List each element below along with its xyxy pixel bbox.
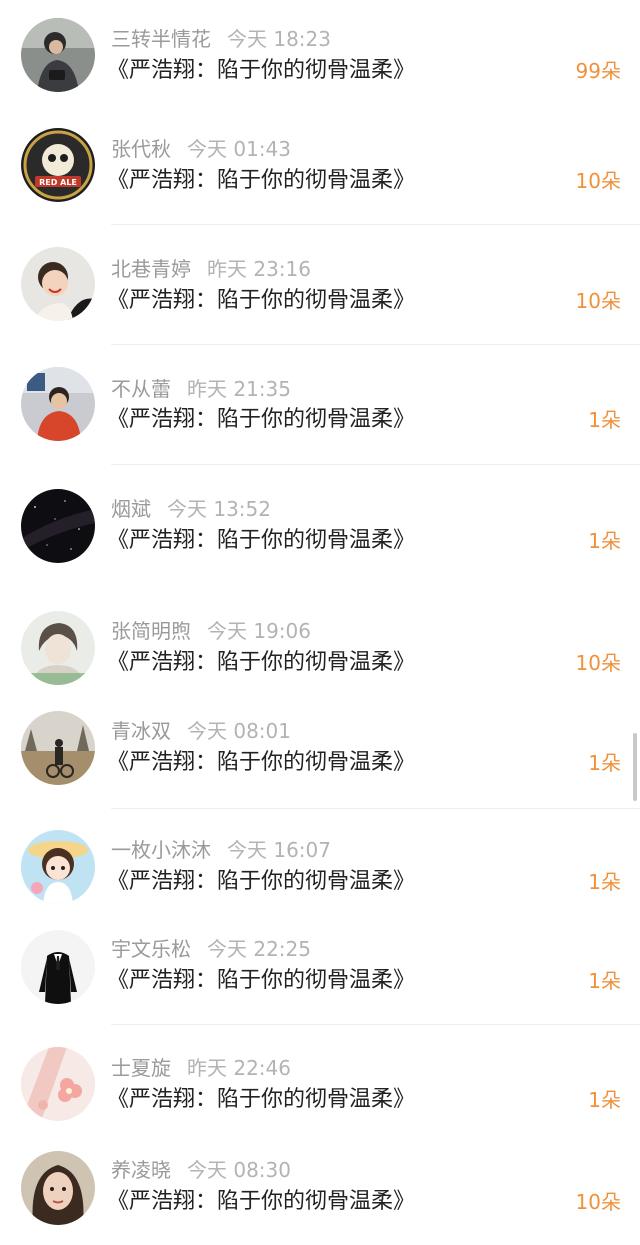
sender-name: 三转半情花 今天 18:23: [111, 27, 331, 51]
username: 士夏旋: [111, 1056, 171, 1080]
list-item[interactable]: RED ALE 张代秋 今天 01:43 《严浩翔：陷于你的彻骨温柔》 10朵: [0, 110, 640, 225]
gift-list: 三转半情花 今天 18:23 《严浩翔：陷于你的彻骨温柔》 99朵 RED ALE…: [0, 0, 640, 1245]
flower-count: 1朵: [588, 1088, 621, 1112]
avatar[interactable]: [21, 611, 95, 685]
timestamp: 今天 08:30: [187, 1158, 291, 1182]
avatar[interactable]: [21, 930, 95, 1004]
logo-text: RED ALE: [39, 178, 77, 187]
username: 青冰双: [111, 719, 171, 743]
sender-name: 养凌晓 今天 08:30: [111, 1158, 291, 1182]
list-item[interactable]: 青冰双 今天 08:01 《严浩翔：陷于你的彻骨温柔》 1朵: [0, 697, 640, 809]
username: 烟斌: [111, 497, 151, 521]
timestamp: 昨天 22:46: [187, 1056, 291, 1080]
avatar[interactable]: [21, 711, 95, 785]
list-item[interactable]: 养凌晓 今天 08:30 《严浩翔：陷于你的彻骨温柔》 10朵: [0, 1137, 640, 1245]
username: 养凌晓: [111, 1158, 171, 1182]
photo-child-icon: [21, 247, 95, 321]
photo-child-icon: [21, 367, 95, 441]
list-item[interactable]: 三转半情花 今天 18:23 《严浩翔：陷于你的彻骨温柔》 99朵: [0, 0, 640, 110]
timestamp: 昨天 23:16: [207, 257, 311, 281]
avatar[interactable]: [21, 489, 95, 563]
sender-name: 士夏旋 昨天 22:46: [111, 1056, 291, 1080]
starry-sky-icon: [21, 489, 95, 563]
work-title[interactable]: 《严浩翔：陷于你的彻骨温柔》: [107, 649, 415, 677]
timestamp: 今天 19:06: [207, 619, 311, 643]
sender-name: 青冰双 今天 08:01: [111, 719, 291, 743]
list-item[interactable]: 北巷青婷 昨天 23:16 《严浩翔：陷于你的彻骨温柔》 10朵: [0, 225, 640, 345]
photo-person-icon: [21, 1151, 95, 1225]
work-title[interactable]: 《严浩翔：陷于你的彻骨温柔》: [107, 57, 415, 85]
timestamp: 今天 08:01: [187, 719, 291, 743]
work-title[interactable]: 《严浩翔：陷于你的彻骨温柔》: [107, 287, 415, 315]
suit-figure-icon: [21, 930, 95, 1004]
username: 三转半情花: [111, 27, 211, 51]
timestamp: 今天 18:23: [227, 27, 331, 51]
flower-count: 10朵: [575, 169, 621, 193]
work-title[interactable]: 《严浩翔：陷于你的彻骨温柔》: [107, 1188, 415, 1216]
username: 张简明煦: [111, 619, 191, 643]
username: 张代秋: [111, 137, 171, 161]
flower-count: 1朵: [588, 408, 621, 432]
photo-landscape-icon: [21, 711, 95, 785]
list-item[interactable]: 宇文乐松 今天 22:25 《严浩翔：陷于你的彻骨温柔》 1朵: [0, 913, 640, 1025]
flower-count: 10朵: [575, 1190, 621, 1214]
work-title[interactable]: 《严浩翔：陷于你的彻骨温柔》: [107, 406, 415, 434]
avatar[interactable]: RED ALE: [21, 128, 95, 202]
work-title[interactable]: 《严浩翔：陷于你的彻骨温柔》: [107, 167, 415, 195]
flower-count: 99朵: [575, 59, 621, 83]
avatar[interactable]: [21, 830, 95, 904]
flower-count: 10朵: [575, 289, 621, 313]
sender-name: 张简明煦 今天 19:06: [111, 619, 311, 643]
flower-count: 10朵: [575, 651, 621, 675]
username: 北巷青婷: [111, 257, 191, 281]
sender-name: 北巷青婷 昨天 23:16: [111, 257, 311, 281]
avatar[interactable]: [21, 1151, 95, 1225]
flower-count: 1朵: [588, 870, 621, 894]
list-item[interactable]: 士夏旋 昨天 22:46 《严浩翔：陷于你的彻骨温柔》 1朵: [0, 1025, 640, 1137]
work-title[interactable]: 《严浩翔：陷于你的彻骨温柔》: [107, 749, 415, 777]
list-item[interactable]: 烟斌 今天 13:52 《严浩翔：陷于你的彻骨温柔》 1朵: [0, 465, 640, 587]
list-item[interactable]: 不从蕾 昨天 21:35 《严浩翔：陷于你的彻骨温柔》 1朵: [0, 345, 640, 465]
sender-name: 张代秋 今天 01:43: [111, 137, 291, 161]
flower-count: 1朵: [588, 751, 621, 775]
timestamp: 今天 16:07: [227, 838, 331, 862]
username: 一枚小沐沐: [111, 838, 211, 862]
photo-person-icon: [21, 611, 95, 685]
list-item[interactable]: 张简明煦 今天 19:06 《严浩翔：陷于你的彻骨温柔》 10朵: [0, 587, 640, 697]
avatar[interactable]: [21, 1047, 95, 1121]
timestamp: 今天 22:25: [207, 937, 311, 961]
flower-icon: [21, 1047, 95, 1121]
work-title[interactable]: 《严浩翔：陷于你的彻骨温柔》: [107, 527, 415, 555]
avatar[interactable]: [21, 367, 95, 441]
avatar[interactable]: [21, 247, 95, 321]
skull-logo-icon: RED ALE: [21, 128, 95, 202]
timestamp: 昨天 21:35: [187, 377, 291, 401]
work-title[interactable]: 《严浩翔：陷于你的彻骨温柔》: [107, 868, 415, 896]
username: 宇文乐松: [111, 937, 191, 961]
timestamp: 今天 13:52: [167, 497, 271, 521]
username: 不从蕾: [111, 377, 171, 401]
scrollbar[interactable]: [633, 733, 637, 801]
photo-person-icon: [21, 18, 95, 92]
list-item[interactable]: 一枚小沐沐 今天 16:07 《严浩翔：陷于你的彻骨温柔》 1朵: [0, 809, 640, 913]
sender-name: 一枚小沐沐 今天 16:07: [111, 838, 331, 862]
avatar[interactable]: [21, 18, 95, 92]
timestamp: 今天 01:43: [187, 137, 291, 161]
sender-name: 不从蕾 昨天 21:35: [111, 377, 291, 401]
cartoon-girl-icon: [21, 830, 95, 904]
flower-count: 1朵: [588, 529, 621, 553]
work-title[interactable]: 《严浩翔：陷于你的彻骨温柔》: [107, 1086, 415, 1114]
sender-name: 宇文乐松 今天 22:25: [111, 937, 311, 961]
flower-count: 1朵: [588, 969, 621, 993]
work-title[interactable]: 《严浩翔：陷于你的彻骨温柔》: [107, 967, 415, 995]
sender-name: 烟斌 今天 13:52: [111, 497, 271, 521]
